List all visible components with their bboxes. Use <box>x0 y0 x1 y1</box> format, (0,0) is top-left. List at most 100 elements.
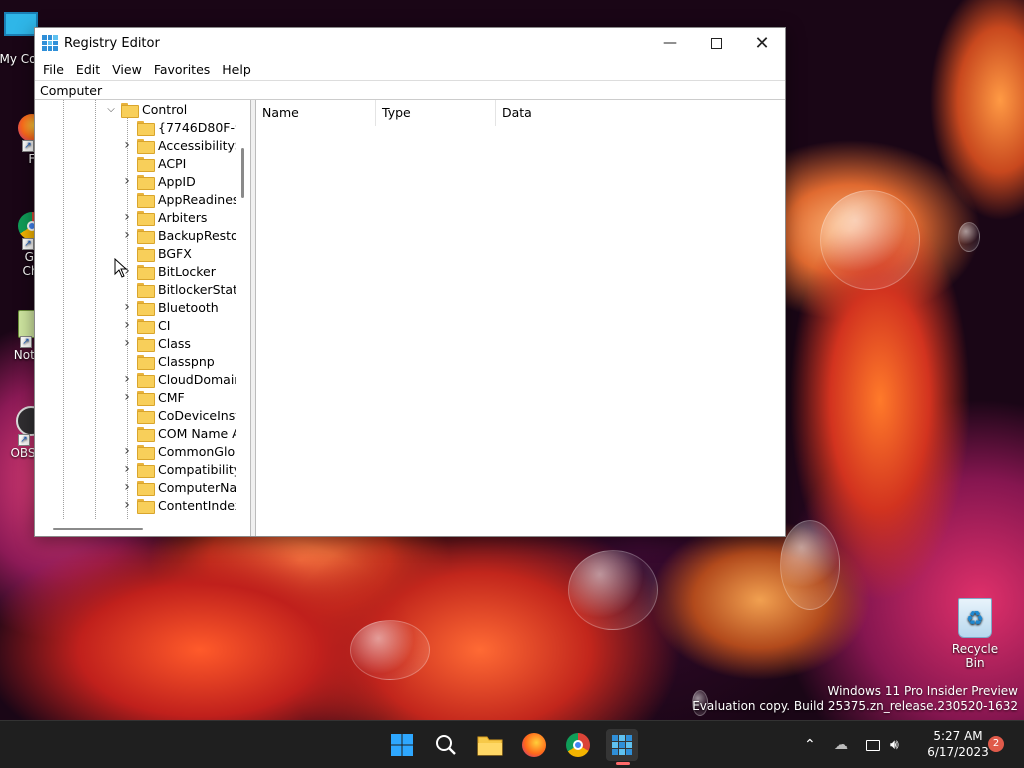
chevron-right-icon[interactable]: › <box>121 173 133 189</box>
chevron-right-icon[interactable]: › <box>121 227 133 243</box>
chevron-right-icon[interactable]: › <box>121 443 133 459</box>
chevron-right-icon[interactable]: › <box>121 299 133 315</box>
menu-help[interactable]: Help <box>216 62 257 77</box>
chevron-right-icon[interactable]: › <box>121 137 133 153</box>
firefox-icon <box>522 733 546 757</box>
tree-item-label: AppID <box>158 173 196 189</box>
folder-icon <box>137 390 155 406</box>
scrollbar-thumb[interactable] <box>241 148 244 198</box>
recycle-bin-icon: ♻ <box>958 598 992 638</box>
network-button[interactable] <box>866 721 880 768</box>
title-bar[interactable]: Registry Editor — ✕ <box>35 28 785 58</box>
tree-item[interactable]: ACPI <box>121 154 186 172</box>
scrollbar-thumb[interactable] <box>53 528 143 530</box>
desktop-icon-recycle-bin[interactable]: ♻ Recycle Bin <box>942 598 1008 670</box>
tree-item[interactable]: › BitLocker <box>121 262 216 280</box>
folder-icon <box>137 228 155 244</box>
menu-favorites[interactable]: Favorites <box>148 62 216 77</box>
tree-item[interactable]: {7746D80F-97E <box>121 118 250 136</box>
tree-item-control[interactable]: ⌵ Control <box>105 100 187 118</box>
tree-item-label: Arbiters <box>158 209 208 225</box>
tree-item[interactable]: AppReadiness <box>121 190 246 208</box>
tree-item[interactable]: › CI <box>121 316 170 334</box>
tree-item[interactable]: BGFX <box>121 244 192 262</box>
chrome-taskbar-button[interactable] <box>562 729 594 761</box>
menu-view[interactable]: View <box>106 62 148 77</box>
watermark-line: Windows 11 Pro Insider Preview <box>827 684 1018 698</box>
tree-item[interactable]: › Class <box>121 334 191 352</box>
tree-item[interactable]: CoDeviceInsta <box>121 406 248 424</box>
clock-button[interactable]: 5:27 AM 6/17/2023 <box>918 728 998 760</box>
tree-item[interactable]: › CommonGlob <box>121 442 243 460</box>
tree-item[interactable]: › Bluetooth <box>121 298 219 316</box>
tree-item[interactable]: › AccessibilitySe <box>121 136 250 154</box>
registry-editor-taskbar-button[interactable] <box>606 729 638 761</box>
notification-badge[interactable]: 2 <box>988 736 1004 752</box>
column-header-type[interactable]: Type <box>376 100 496 126</box>
chevron-right-icon[interactable]: › <box>121 461 133 477</box>
speaker-icon: 🔊︎ <box>890 737 899 753</box>
editor-panes: ⌵ Control {7746D80F-97E › AccessibilitySe A… <box>35 100 785 536</box>
menu-file[interactable]: File <box>37 62 70 77</box>
watermark-line: Evaluation copy. Build 25375.zn_release.… <box>692 699 1018 713</box>
minimize-button[interactable]: — <box>647 28 693 58</box>
chevron-up-icon: ⌃ <box>804 737 816 753</box>
chevron-right-icon[interactable]: › <box>121 389 133 405</box>
tree-item[interactable]: › AppID <box>121 172 196 190</box>
tree-item[interactable]: Classpnp <box>121 352 215 370</box>
menu-edit[interactable]: Edit <box>70 62 106 77</box>
tree-item[interactable]: › ContentIndex <box>121 496 242 514</box>
column-header-data[interactable]: Data <box>496 100 736 126</box>
volume-button[interactable]: 🔊︎ <box>890 721 899 768</box>
chevron-right-icon[interactable]: › <box>121 209 133 225</box>
key-tree-pane[interactable]: ⌵ Control {7746D80F-97E › AccessibilitySe A… <box>35 100 251 536</box>
folder-icon <box>137 282 155 298</box>
address-bar[interactable]: Computer <box>35 80 785 100</box>
tree-item[interactable]: BitlockerStatus <box>121 280 250 298</box>
tree-item-label: CloudDomainJ <box>158 371 246 387</box>
chevron-down-icon[interactable]: ⌵ <box>105 103 117 115</box>
chevron-right-icon[interactable]: › <box>121 479 133 495</box>
tree-item[interactable]: COM Name A <box>121 424 241 442</box>
tree-item[interactable]: › CMF <box>121 388 185 406</box>
tree-item-label: CoDeviceInsta <box>158 407 248 423</box>
search-button[interactable] <box>430 729 462 761</box>
file-explorer-button[interactable] <box>474 729 506 761</box>
tree-item-label: Control <box>142 101 188 117</box>
onedrive-button[interactable]: ☁ <box>834 721 848 768</box>
folder-icon <box>137 192 155 208</box>
registry-editor-window: Registry Editor — ✕ File Edit View Favor… <box>34 27 786 537</box>
show-hidden-icons-button[interactable]: ⌃ <box>804 721 816 768</box>
registry-editor-icon <box>42 35 58 51</box>
column-header-name[interactable]: Name <box>256 100 376 126</box>
tree-item[interactable]: › BackupRestore <box>121 226 250 244</box>
folder-icon <box>137 462 155 478</box>
tree-item-label: Bluetooth <box>158 299 219 315</box>
desktop-icon-label: Recycle Bin <box>951 642 999 670</box>
folder-icon <box>137 408 155 424</box>
start-button[interactable] <box>386 729 418 761</box>
chevron-right-icon[interactable]: › <box>121 497 133 513</box>
tree-item[interactable]: › Compatibility <box>121 460 241 478</box>
tree-item[interactable]: › ComputerNan <box>121 478 245 496</box>
folder-icon <box>137 426 155 442</box>
network-icon <box>866 739 880 751</box>
tree-item[interactable]: › Arbiters <box>121 208 207 226</box>
tree-item[interactable]: › CloudDomainJ <box>121 370 246 388</box>
chevron-right-icon[interactable]: › <box>121 371 133 387</box>
chevron-right-icon[interactable]: › <box>121 335 133 351</box>
firefox-taskbar-button[interactable] <box>518 729 550 761</box>
chevron-right-icon[interactable]: › <box>121 317 133 333</box>
tree-vertical-scrollbar[interactable] <box>236 100 250 520</box>
values-list-pane[interactable]: Name Type Data <box>255 100 785 536</box>
taskbar: ⌃ ☁ 🔊︎ 5:27 AM 6/17/2023 <box>0 720 1024 768</box>
close-button[interactable]: ✕ <box>739 28 785 58</box>
tree-item-label: CI <box>158 317 171 333</box>
maximize-button[interactable] <box>693 28 739 58</box>
active-app-indicator <box>616 762 630 765</box>
tree-horizontal-scrollbar[interactable] <box>35 520 236 536</box>
